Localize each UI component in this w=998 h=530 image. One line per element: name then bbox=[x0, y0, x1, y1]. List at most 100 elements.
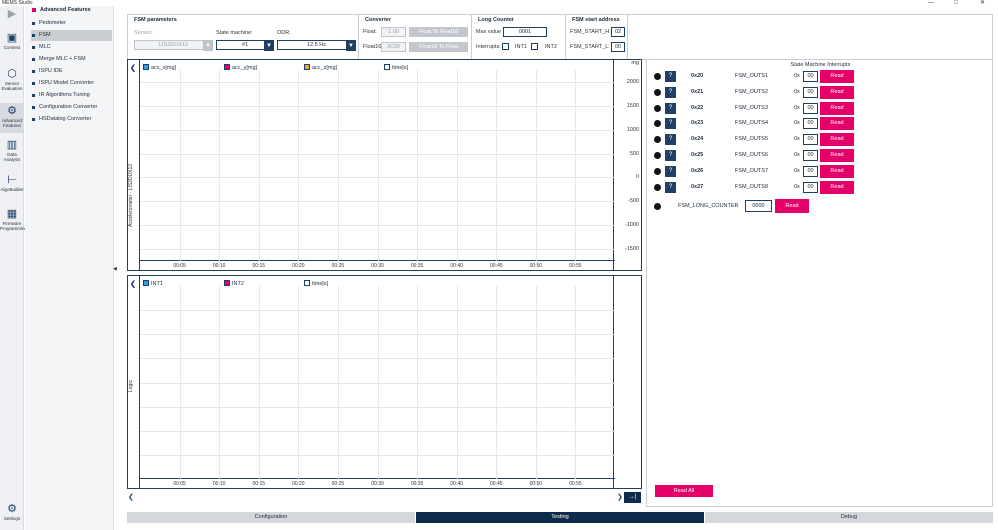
register-name: FSM_OUTS4 bbox=[735, 120, 769, 127]
nav-item-ispu-ide[interactable]: ISPU IDE bbox=[31, 66, 136, 77]
nav-item-mlc[interactable]: MLC bbox=[31, 42, 136, 53]
fsm-parameters-group: FSM parameters Sensor: LIS2DUX12 ▼ State … bbox=[128, 15, 359, 59]
legend-acc-z[interactable]: acc_z[mg] bbox=[304, 64, 337, 72]
scroll-right-icon[interactable]: ❯ bbox=[617, 493, 623, 501]
read-button[interactable]: Read bbox=[820, 180, 854, 194]
read-button[interactable]: Read bbox=[820, 149, 854, 162]
nav-item-merge-mlc-fsm[interactable]: Merge MLC + FSM bbox=[31, 54, 136, 65]
nav-item-ir-algorithms-tuning[interactable]: IR Algorithms Tuning bbox=[31, 90, 136, 101]
output-row: ? 0x21 FSM_OUTS2 0x 00 Read bbox=[647, 85, 994, 99]
collapse-panel-icon[interactable]: ◀ bbox=[113, 266, 117, 272]
legend-swatch bbox=[304, 280, 310, 286]
legend-int1[interactable]: INT1 bbox=[143, 280, 163, 288]
nav-item-label: IR Algorithms Tuning bbox=[39, 92, 90, 98]
x-tick-label: 00:10 bbox=[212, 481, 226, 487]
x-tick-label: 00:30 bbox=[371, 263, 384, 269]
help-button[interactable]: ? bbox=[665, 71, 676, 82]
legend-swatch bbox=[384, 64, 390, 70]
nav-item-fsm[interactable]: FSM bbox=[31, 30, 112, 41]
legend-int2[interactable]: INT2 bbox=[224, 280, 244, 288]
close-button[interactable]: ✕ bbox=[980, 0, 985, 6]
hex-prefix: 0x bbox=[794, 152, 800, 158]
status-led-icon bbox=[654, 183, 661, 191]
tab-debug[interactable]: Debug bbox=[705, 512, 993, 523]
nav-heading-label: Advanced Features bbox=[40, 7, 91, 13]
hex-prefix: 0x bbox=[794, 167, 800, 174]
read-button[interactable]: Read bbox=[820, 133, 854, 147]
logic-chart: ❮ Logic 00:05 00:10 00:15 00:20 00:25 00:30 00… bbox=[127, 275, 642, 489]
run-button[interactable]: ▶ bbox=[0, 8, 24, 21]
help-button[interactable]: ? bbox=[665, 86, 676, 98]
nav-item-label: ISPU IDE bbox=[39, 68, 63, 74]
legend-label: time[s] bbox=[392, 65, 409, 71]
scroll-left-icon[interactable]: ❮ bbox=[128, 493, 134, 501]
logic-axis-label: Logic bbox=[128, 380, 134, 392]
mode-tabs: Configuration Testing Debug bbox=[127, 512, 993, 523]
legend-acc-x[interactable]: acc_x[mg] bbox=[143, 64, 176, 72]
firmware-programming-nav[interactable]: ▦ Firmware Programming bbox=[0, 208, 28, 231]
help-button[interactable]: ? bbox=[665, 181, 676, 193]
odr-select[interactable]: 12.5 Hz ▼ bbox=[277, 40, 356, 51]
help-button[interactable]: ? bbox=[665, 118, 676, 130]
float16-label: Float16: bbox=[363, 44, 383, 50]
help-button[interactable]: ? bbox=[665, 102, 676, 114]
tab-testing[interactable]: Testing bbox=[416, 512, 704, 523]
int2-label: INT2 bbox=[545, 44, 557, 50]
legend-time[interactable]: time[s] bbox=[384, 64, 408, 72]
x-tick-label: 00:25 bbox=[331, 263, 345, 269]
output-row: ? 0x20 FSM_OUTS1 0x 00 Read bbox=[647, 70, 994, 83]
fsm-start-l-input[interactable]: 00 bbox=[611, 42, 625, 52]
nav-item-pedometer[interactable]: Pedometer bbox=[31, 18, 136, 29]
state-machine-select[interactable]: #1 ▼ bbox=[216, 40, 274, 51]
v-gridline bbox=[496, 70, 498, 261]
read-button[interactable]: Read bbox=[820, 70, 854, 83]
x-tick-label: 00:30 bbox=[371, 481, 384, 487]
maximize-button[interactable]: □ bbox=[954, 0, 958, 6]
read-button[interactable]: Read bbox=[820, 85, 854, 99]
tab-configuration[interactable]: Configuration bbox=[127, 512, 415, 523]
float16-input: 3C00 bbox=[381, 42, 406, 52]
legend-time[interactable]: time[s] bbox=[304, 280, 328, 288]
y-tick-label: 1500 bbox=[626, 102, 639, 109]
int2-checkbox[interactable] bbox=[531, 43, 538, 50]
register-name: FSM_OUTS6 bbox=[735, 152, 769, 158]
chevron-left-icon[interactable]: ❮ bbox=[130, 64, 136, 72]
firmware-programming-label: Firmware Programming bbox=[0, 221, 28, 231]
data-analysis-nav[interactable]: ▥ Data Analysis bbox=[0, 139, 24, 162]
read-all-button[interactable]: Read All bbox=[655, 485, 713, 497]
float-to-float16-button[interactable]: Float To Float16 bbox=[409, 27, 468, 37]
x-tick-label: 00:50 bbox=[529, 263, 543, 269]
read-button[interactable]: Read bbox=[820, 164, 854, 178]
read-button[interactable]: Read bbox=[820, 117, 854, 131]
settings-nav[interactable]: ⚙ Settings bbox=[0, 503, 24, 521]
nav-item-configuration-converter[interactable]: Configuration Converter bbox=[31, 102, 136, 113]
minimize-button[interactable]: — bbox=[928, 0, 934, 6]
algobuilder-nav[interactable]: ⊢ AlgoBuilder bbox=[0, 174, 24, 192]
chevron-left-icon[interactable]: ❮ bbox=[130, 280, 136, 288]
advanced-features-nav[interactable]: ⚙ Advanced Features bbox=[0, 103, 24, 133]
help-button[interactable]: ? bbox=[665, 134, 676, 146]
connect-icon: ▣ bbox=[6, 32, 18, 44]
advanced-features-icon: ⚙ bbox=[7, 105, 17, 117]
plot-area bbox=[140, 70, 615, 261]
help-button[interactable]: ? bbox=[665, 150, 676, 161]
connect-label: Connect bbox=[3, 45, 21, 50]
scroll-to-end-button[interactable]: →| bbox=[624, 492, 641, 503]
legend-acc-y[interactable]: acc_y[mg] bbox=[224, 64, 257, 72]
nav-item-hsdatalog-converter[interactable]: HSDatalog Converter bbox=[31, 114, 136, 125]
connect-nav[interactable]: ▣ Connect bbox=[0, 32, 24, 50]
register-address: 0x26 bbox=[691, 167, 704, 174]
max-value-input[interactable]: 0001 bbox=[503, 27, 547, 37]
int1-checkbox[interactable] bbox=[502, 43, 509, 50]
fsm-start-h-input[interactable]: 02 bbox=[611, 27, 625, 37]
float16-to-float-button[interactable]: Float16 To Float bbox=[409, 42, 468, 52]
x-tick-label: 00:55 bbox=[569, 481, 582, 487]
nav-item-ispu-model-converter[interactable]: ISPU Model Converter bbox=[31, 78, 136, 89]
read-button[interactable]: Read bbox=[820, 101, 854, 115]
status-led-icon bbox=[654, 152, 661, 159]
help-button[interactable]: ? bbox=[665, 165, 676, 177]
x-tick-label: 00:20 bbox=[292, 263, 305, 269]
read-long-counter-button[interactable]: Read bbox=[775, 199, 809, 213]
sensor-evaluation-nav[interactable]: ⬡ Sensor Evaluation bbox=[0, 68, 24, 91]
register-name: FSM_OUTS8 bbox=[735, 183, 769, 190]
